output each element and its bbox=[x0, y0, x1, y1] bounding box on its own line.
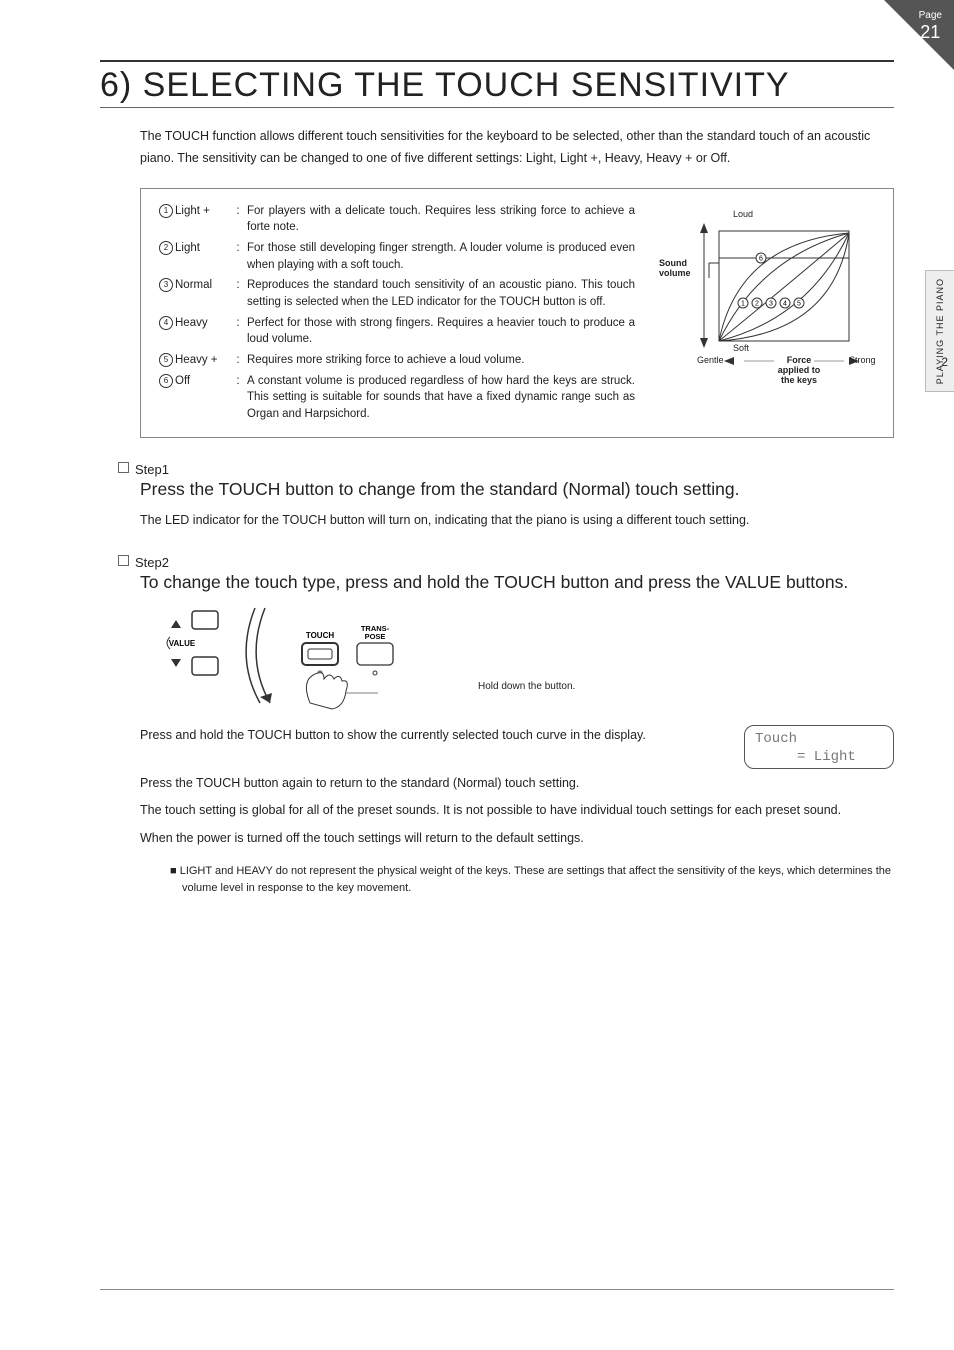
option-colon: : bbox=[233, 277, 243, 310]
graph-ylabel-1: Sound bbox=[659, 258, 687, 268]
option-colon: : bbox=[233, 240, 243, 273]
page-number: 21 bbox=[919, 22, 942, 44]
step2-body3: The touch setting is global for all of t… bbox=[140, 800, 894, 821]
graph-xlabel-1: Force bbox=[787, 355, 812, 365]
option-label: 6Off bbox=[159, 373, 229, 423]
step1-heading: Step1 bbox=[118, 462, 894, 477]
touch-curve-graph: 1 2 3 4 5 6 Loud Soft Sound bbox=[649, 203, 879, 423]
option-description: For those still developing finger streng… bbox=[247, 240, 635, 273]
option-description: Perfect for those with strong fingers. R… bbox=[247, 315, 635, 348]
side-chapter-number: 2 bbox=[941, 355, 948, 369]
step1-instruction: Press the TOUCH button to change from th… bbox=[140, 479, 894, 500]
graph-gentle-label: Gentle bbox=[697, 355, 724, 365]
options-list: 1Light +:For players with a delicate tou… bbox=[159, 203, 635, 423]
svg-text:POSE: POSE bbox=[365, 632, 386, 641]
value-label: VALUE bbox=[169, 639, 196, 648]
graph-loud-label: Loud bbox=[733, 209, 753, 219]
side-tab: PLAYING THE PIANO bbox=[925, 270, 954, 392]
footer-rule bbox=[100, 1289, 894, 1290]
option-colon: : bbox=[233, 203, 243, 236]
top-rule bbox=[100, 60, 894, 62]
page-number-block: Page 21 bbox=[919, 10, 942, 44]
option-colon: : bbox=[233, 352, 243, 369]
footnote: LIGHT and HEAVY do not represent the phy… bbox=[170, 863, 894, 898]
lcd-line1: Touch bbox=[755, 730, 883, 748]
svg-text:TOUCH: TOUCH bbox=[306, 631, 335, 640]
option-label: 2Light bbox=[159, 240, 229, 273]
button-illustration: VALUE TOUCH TRANS- POSE Hold down the bu… bbox=[160, 603, 894, 713]
option-description: Requires more striking force to achieve … bbox=[247, 352, 635, 369]
title-underline bbox=[100, 107, 894, 108]
lcd-line2: = Light bbox=[755, 748, 883, 766]
option-colon: : bbox=[233, 373, 243, 423]
graph-ylabel-2: volume bbox=[659, 268, 691, 278]
step2-heading: Step2 bbox=[118, 555, 894, 570]
svg-text:4: 4 bbox=[783, 300, 787, 307]
svg-text:6: 6 bbox=[759, 255, 763, 262]
step1-body: The LED indicator for the TOUCH button w… bbox=[140, 510, 894, 531]
svg-text:1: 1 bbox=[741, 300, 745, 307]
svg-text:2: 2 bbox=[755, 300, 759, 307]
page-label: Page bbox=[919, 10, 942, 21]
svg-text:5: 5 bbox=[797, 300, 801, 307]
section-title: 6) SELECTING THE TOUCH SENSITIVITY bbox=[100, 66, 894, 105]
option-colon: : bbox=[233, 315, 243, 348]
step2-body4: When the power is turned off the touch s… bbox=[140, 828, 894, 849]
lcd-display: Touch = Light bbox=[744, 725, 894, 769]
option-description: A constant volume is produced regardless… bbox=[247, 373, 635, 423]
option-label: 4Heavy bbox=[159, 315, 229, 348]
intro-paragraph: The TOUCH function allows different touc… bbox=[140, 126, 894, 170]
option-description: Reproduces the standard touch sensitivit… bbox=[247, 277, 635, 310]
step2-body2: Press the TOUCH button again to return t… bbox=[140, 773, 894, 794]
illustration-caption: Hold down the button. bbox=[478, 681, 575, 692]
step2-instruction: To change the touch type, press and hold… bbox=[140, 572, 894, 593]
option-label: 3Normal bbox=[159, 277, 229, 310]
svg-text:3: 3 bbox=[769, 300, 773, 307]
graph-xlabel-3: the keys bbox=[781, 375, 817, 385]
graph-xlabel-2: applied to bbox=[778, 365, 821, 375]
option-description: For players with a delicate touch. Requi… bbox=[247, 203, 635, 236]
options-box: 1Light +:For players with a delicate tou… bbox=[140, 188, 894, 438]
step2-body1: Press and hold the TOUCH button to show … bbox=[140, 725, 714, 746]
document-page: Page 21 PLAYING THE PIANO 2 6) SELECTING… bbox=[0, 0, 954, 1350]
option-label: 5Heavy + bbox=[159, 352, 229, 369]
graph-soft-label: Soft bbox=[733, 343, 749, 353]
option-label: 1Light + bbox=[159, 203, 229, 236]
graph-strong-label: Strong bbox=[849, 355, 876, 365]
